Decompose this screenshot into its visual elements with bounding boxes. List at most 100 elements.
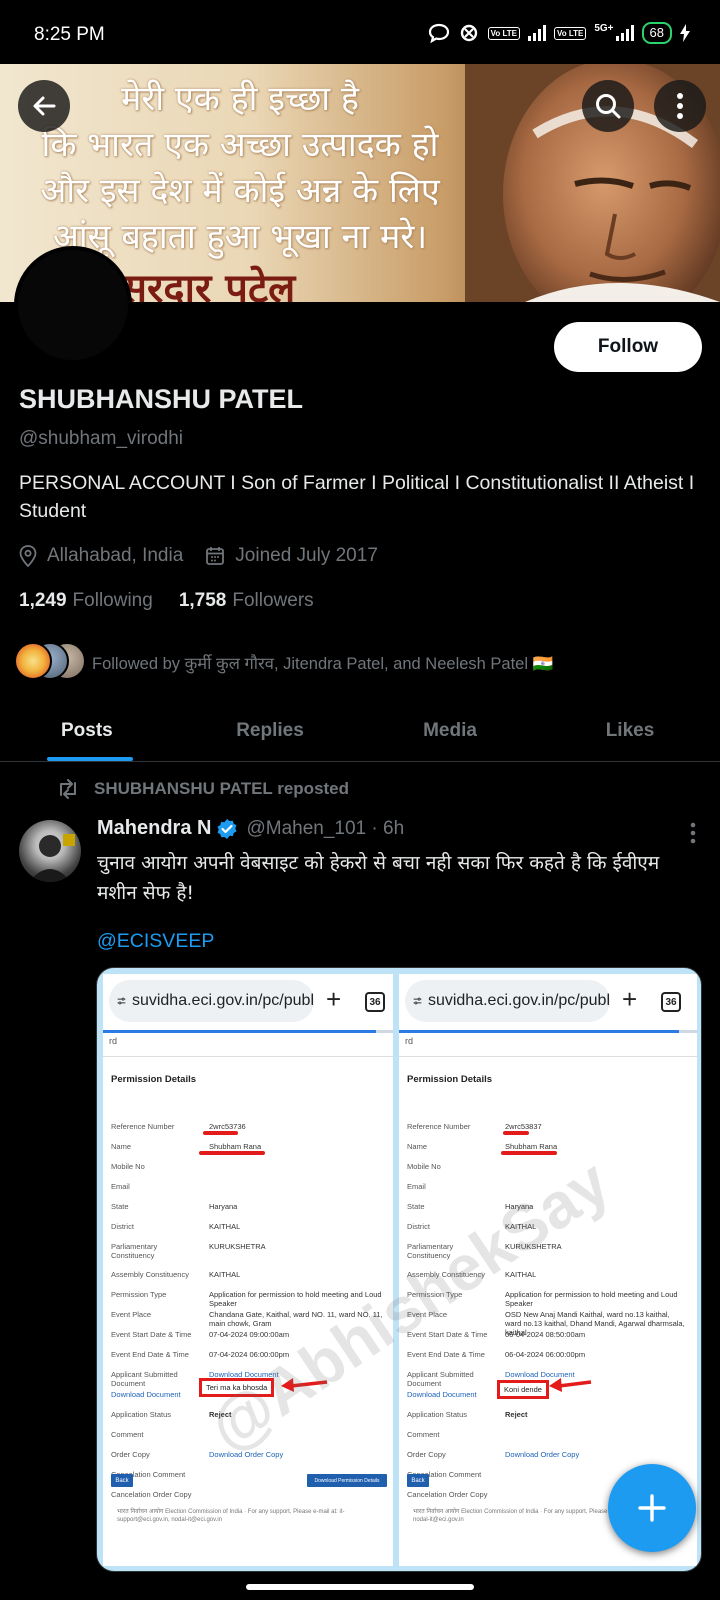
permission-row-value: Shubham Rana	[209, 1142, 262, 1151]
permission-row-key: Event End Date & Time	[407, 1350, 485, 1359]
joined-text: Joined July 2017	[235, 545, 378, 566]
post-author-name[interactable]: Mahendra N	[97, 817, 211, 840]
home-indicator[interactable]	[246, 1584, 474, 1590]
post-media[interactable]: suvidha.eci.gov.in/pc/publ + 36 rd Permi…	[96, 967, 702, 1572]
new-tab-icon: +	[622, 984, 638, 1014]
kebab-menu-icon	[677, 93, 683, 119]
permission-row-key: Download Document	[407, 1390, 477, 1399]
post-more-button[interactable]	[690, 822, 696, 848]
following-label: Following	[72, 590, 153, 611]
more-options-button[interactable]	[654, 80, 706, 132]
repost-indicator: SHUBHANSHU PATEL reposted	[56, 779, 349, 799]
banner-quote-line-1: मेरी एक ही इच्छा है	[121, 79, 359, 119]
tab-likes[interactable]: Likes	[540, 700, 720, 761]
permission-row-key: District	[111, 1222, 134, 1231]
tab-replies[interactable]: Replies	[180, 700, 360, 761]
banner-quote-line-3: और इस देश में कोई अन्न के लिए	[40, 171, 440, 211]
permission-row-value: Download Order Copy	[505, 1450, 580, 1459]
site-settings-icon	[413, 997, 422, 1005]
redaction-mark	[503, 1131, 529, 1135]
profile-handle: @shubham_virodhi	[19, 428, 183, 449]
location-pin-icon	[19, 545, 37, 567]
back-button[interactable]	[18, 80, 70, 132]
site-settings-icon	[117, 997, 126, 1005]
chat-bubble-icon	[428, 23, 450, 43]
followed-by-row[interactable]: Followed by कुर्मी कुल गौरव, Jitendra Pa…	[14, 642, 553, 682]
tab-media[interactable]: Media	[360, 700, 540, 761]
permission-row-key: Reference Number	[407, 1122, 471, 1131]
permission-details-title: Permission Details	[111, 1074, 197, 1085]
permission-row-value: Shubham Rana	[505, 1142, 558, 1151]
follower-avatars	[14, 642, 92, 682]
post-header: Mahendra N @Mahen_101 · 6h	[97, 817, 404, 840]
permission-row-value: KURUKSHETRA	[209, 1242, 266, 1251]
follow-button[interactable]: Follow	[554, 322, 702, 372]
post-author-handle: @Mahen_101 · 6h	[246, 817, 405, 839]
banner-quote: मेरी एक ही इच्छा है कि भारत एक अच्छा उत्…	[40, 76, 440, 260]
location-item: Allahabad, India	[19, 545, 183, 567]
page-load-progress	[399, 1030, 697, 1033]
followers-count: 1,758	[178, 590, 227, 611]
volte-indicator: Vo LTE	[487, 26, 520, 40]
permission-row-value: KAITHAL	[209, 1222, 241, 1231]
permission-row-key: Cancelation Order Copy	[111, 1490, 192, 1499]
banner-name: सरदार पटेल	[120, 265, 296, 302]
permission-row-key: Name	[407, 1142, 428, 1151]
compose-post-button[interactable]	[608, 1464, 696, 1552]
divider	[103, 1056, 393, 1057]
kebab-menu-icon	[690, 822, 696, 844]
followers-label: Followers	[232, 590, 314, 611]
plus-icon	[638, 1494, 666, 1522]
new-tab-icon: +	[326, 984, 342, 1014]
status-time: 8:25 PM	[34, 24, 105, 45]
permission-row-key: Order Copy	[111, 1450, 150, 1459]
permission-row-key: Application Status	[407, 1410, 468, 1419]
permission-row-key: Event End Date & Time	[111, 1350, 189, 1359]
back-button-shot: Back	[111, 1474, 133, 1487]
permission-row-key: Name	[111, 1142, 132, 1151]
profile-display-name: SHUBHANSHU PATEL	[19, 384, 304, 414]
browser-url-bar: suvidha.eci.gov.in/pc/publ	[405, 980, 610, 1022]
download-permission-button: Download Permission Details	[307, 1474, 387, 1487]
browser-url: suvidha.eci.gov.in/pc/publ	[427, 992, 610, 1009]
permission-row-key: Mobile No	[407, 1162, 441, 1171]
battery-indicator: 68	[641, 22, 672, 44]
profile-avatar[interactable]	[14, 246, 132, 364]
calendar-icon	[206, 547, 225, 565]
permission-row-key: Cancelation Order Copy	[407, 1490, 488, 1499]
page-crumb: rd	[109, 1036, 118, 1046]
permission-row-key: Comment	[111, 1430, 144, 1439]
page-crumb: rd	[405, 1036, 414, 1046]
red-arrow-icon	[549, 1378, 592, 1392]
followers-link[interactable]: 1,758 Followers	[179, 590, 340, 612]
browser-url-bar: suvidha.eci.gov.in/pc/publ	[109, 980, 314, 1022]
permission-row-key: State	[111, 1202, 129, 1211]
permission-row-key: Comment	[407, 1430, 440, 1439]
permission-row-value: 06-04-2024 06:00:00pm	[505, 1350, 586, 1359]
permission-row-key: Event Start Date & Time	[111, 1330, 192, 1339]
browser-url: suvidha.eci.gov.in/pc/publ	[131, 992, 314, 1009]
following-link[interactable]: 1,249 Following	[19, 590, 179, 612]
permission-row-value: 06-04-2024 08:50:00am	[505, 1330, 586, 1339]
signal-icon-2	[615, 25, 634, 41]
status-bar: 8:25 PM Vo LTE Vo LTE 5G+ 68	[0, 0, 720, 64]
tab-posts[interactable]: Posts	[0, 700, 180, 761]
permission-details-title: Permission Details	[407, 1074, 493, 1085]
profile-tabs: Posts Replies Media Likes	[0, 700, 720, 762]
divider	[399, 1056, 697, 1057]
post-author-avatar[interactable]	[19, 820, 81, 882]
permission-row-key: Order Copy	[407, 1450, 446, 1459]
redaction-mark	[501, 1151, 557, 1155]
permission-row-key: Applicant Submitted Document	[407, 1370, 474, 1388]
tab-count: 36	[661, 992, 681, 1012]
post-mention-link[interactable]: @ECISVEEP	[97, 930, 214, 953]
permission-row-key: Mobile No	[111, 1162, 145, 1171]
permission-row-value: KAITHAL	[505, 1270, 537, 1279]
redaction-mark	[203, 1131, 238, 1135]
signal-icon	[527, 25, 546, 41]
following-count: 1,249	[19, 590, 67, 611]
profile-bio: PERSONAL ACCOUNT I Son of Farmer I Polit…	[19, 472, 695, 522]
search-button[interactable]	[582, 80, 634, 132]
profile-meta: Allahabad, India Joined July 2017	[19, 545, 400, 567]
permission-row-key: Applicant Submitted Document	[111, 1370, 178, 1388]
